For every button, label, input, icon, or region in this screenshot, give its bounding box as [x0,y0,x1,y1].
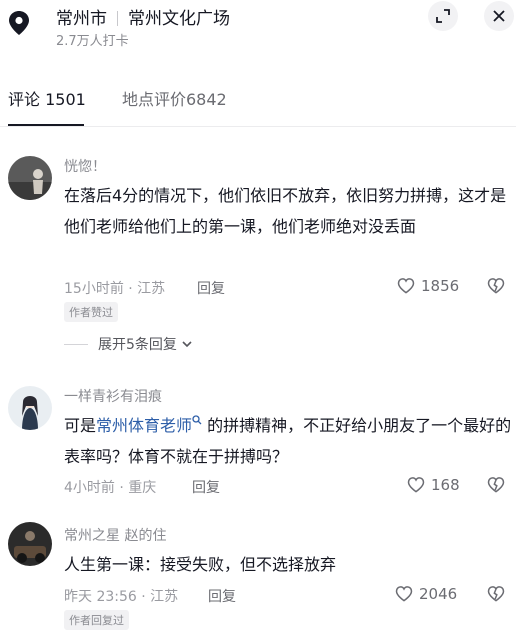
checkin-count: 2.7万人打卡 [56,34,129,49]
comment-author[interactable]: 恍惚！ [64,156,106,176]
like-count: 1856 [421,277,460,295]
heart-icon [407,477,425,493]
comment-meta: 15小时前 · 江苏 [64,281,166,297]
expand-replies-label: 展开5条回复 [98,337,177,353]
comment-meta: 4小时前 · 重庆 [64,480,157,496]
place-name: 常州文化广场 [128,9,230,29]
comment-author[interactable]: 一样青衫有泪痕 [64,386,162,406]
expand-replies-button[interactable]: 展开5条回复 [64,334,193,354]
tab-place-reviews[interactable]: 地点评价6842 [122,86,227,110]
reply-button[interactable]: 回复 [208,586,236,606]
broken-heart-icon [487,586,505,602]
like-button[interactable]: 168 [406,475,460,495]
dislike-button[interactable] [486,276,506,300]
chevron-down-icon [182,341,192,348]
like-count: 2046 [419,585,458,603]
location-pin-icon [9,11,29,35]
close-button[interactable] [484,1,514,31]
title-divider [117,11,118,26]
avatar[interactable] [8,386,52,430]
dislike-button[interactable] [486,475,506,499]
close-icon [493,10,505,22]
avatar[interactable] [8,156,52,200]
expand-icon [436,9,450,23]
city-name: 常州市 [56,9,107,29]
place-title[interactable]: 常州市 常州文化广场 [56,4,230,29]
comment-author[interactable]: 常州之星 赵的住 [64,525,166,545]
broken-heart-icon [487,477,505,493]
search-link[interactable]: 常州体育老师 [96,416,192,435]
like-count: 168 [431,476,460,494]
like-button[interactable]: 2046 [394,584,457,604]
author-replied-badge: 作者回复过 [64,610,129,630]
expand-button[interactable] [428,1,458,31]
heart-icon [397,278,415,294]
divider-line [64,343,88,345]
avatar-image [8,386,52,430]
comment-text: 在落后4分的情况下，他们依旧不放弃，依旧努力拼搏，这才是他们老师给他们上的第一课… [64,186,507,236]
avatar-image [8,522,52,566]
reply-button[interactable]: 回复 [197,278,225,298]
heart-icon [395,586,413,602]
comment-text: 人生第一课：接受失败，但不选择放弃 [64,555,337,574]
comment-text-start: 可是 [64,416,97,435]
dislike-button[interactable] [486,584,506,608]
broken-heart-icon [487,278,505,294]
reply-button[interactable]: 回复 [192,477,220,497]
avatar-image [8,156,52,200]
author-liked-badge: 作者赞过 [64,302,118,322]
comment-text: 可是常州体育老师 的拼搏精神，不正好给小朋友了一个最好的表率吗？体育不就在于拼搏… [64,410,514,472]
avatar[interactable] [8,522,52,566]
tab-divider [0,126,516,127]
like-button[interactable]: 1856 [396,276,459,296]
comment-meta: 昨天 23:56 · 江苏 [64,589,179,605]
search-icon[interactable] [192,415,202,425]
tab-comments[interactable]: 评论 1501 [8,86,86,110]
